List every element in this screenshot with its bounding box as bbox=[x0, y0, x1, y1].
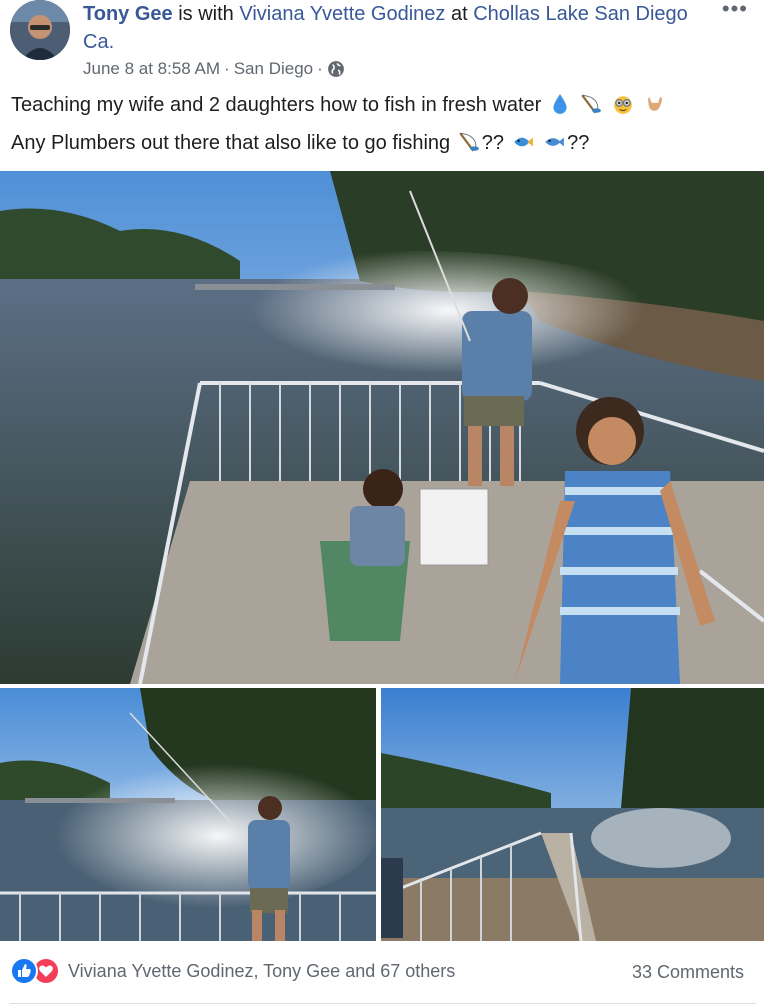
fishing-pole-icon bbox=[581, 94, 602, 114]
post-meta: June 8 at 8:58 AM · San Diego · bbox=[83, 59, 345, 79]
tagged-person-link[interactable]: Viviana Yvette Godinez bbox=[239, 3, 445, 25]
post-timestamp[interactable]: June 8 at 8:58 AM bbox=[83, 59, 220, 79]
post-header: Tony Gee is with Viviana Yvette Godinez … bbox=[83, 0, 723, 56]
footer-divider bbox=[10, 1003, 756, 1004]
photo-main[interactable] bbox=[0, 171, 764, 684]
tropical-fish-icon bbox=[513, 137, 533, 147]
post-text-1: Teaching my wife and 2 daughters how to … bbox=[11, 94, 542, 116]
call-me-hand-icon bbox=[647, 97, 662, 111]
photo-right[interactable] bbox=[381, 688, 764, 941]
comments-count-link[interactable]: 33 Comments bbox=[632, 962, 744, 983]
fishing-pole-icon-2 bbox=[459, 132, 479, 152]
author-name-link[interactable]: Tony Gee bbox=[83, 3, 173, 25]
globe-icon bbox=[327, 61, 344, 77]
reactions-text[interactable]: Viviana Yvette Godinez, Tony Gee and 67 … bbox=[68, 961, 455, 982]
more-options-icon[interactable]: ••• bbox=[722, 0, 748, 20]
meta-separator: · bbox=[224, 59, 230, 78]
post-text-line-2: Any Plumbers out there that also like to… bbox=[11, 128, 751, 158]
question-marks-1: ?? bbox=[481, 132, 504, 154]
with-text: is with bbox=[172, 3, 240, 25]
like-icon bbox=[10, 957, 38, 985]
water-droplet-icon bbox=[553, 94, 567, 114]
post-text-line-1: Teaching my wife and 2 daughters how to … bbox=[11, 90, 751, 120]
facebook-post: Tony Gee is with Viviana Yvette Godinez … bbox=[0, 0, 766, 1008]
avatar-image bbox=[10, 0, 70, 60]
place-link[interactable]: San Diego bbox=[234, 59, 313, 79]
post-text-2: Any Plumbers out there that also like to… bbox=[11, 132, 451, 154]
question-marks-2: ?? bbox=[567, 132, 590, 154]
main-photo-image bbox=[0, 171, 764, 684]
fish-icon bbox=[545, 137, 564, 147]
meta-separator-2: · bbox=[317, 59, 323, 78]
left-photo-image bbox=[0, 688, 376, 941]
right-photo-image bbox=[381, 688, 764, 941]
at-text: at bbox=[445, 3, 474, 25]
goggles-face-icon bbox=[614, 96, 632, 114]
photo-left[interactable] bbox=[0, 688, 376, 941]
author-avatar[interactable] bbox=[10, 0, 70, 60]
reactions-summary[interactable]: Viviana Yvette Godinez, Tony Gee and 67 … bbox=[10, 957, 455, 985]
